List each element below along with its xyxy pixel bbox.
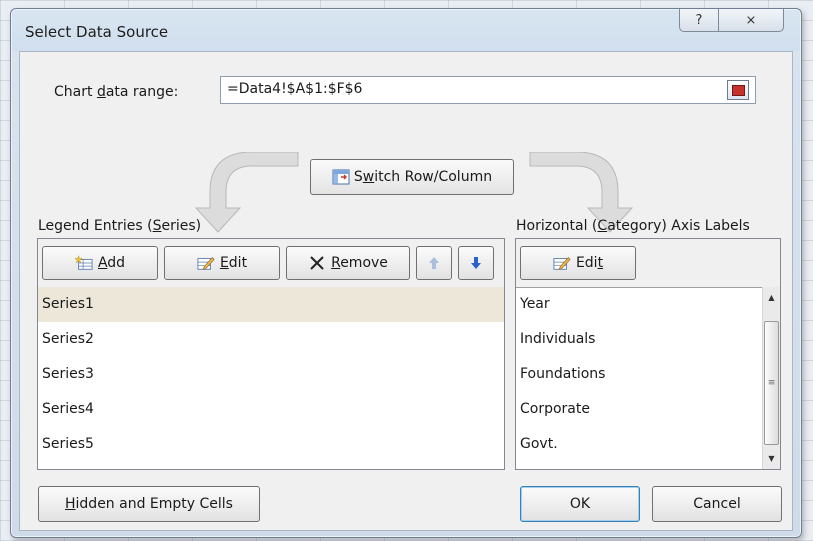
chart-data-range-label-post: ata range: <box>105 84 179 100</box>
chart-data-range-accel: d <box>96 84 106 100</box>
edit-accel: E <box>219 255 229 271</box>
switch-accel: w <box>362 169 375 185</box>
ok-button[interactable]: OK <box>520 486 640 522</box>
close-button[interactable]: ⨯ <box>718 9 784 32</box>
axis-list-scrollbar[interactable]: ▲ ≡ ▼ <box>762 287 780 469</box>
legend-entries-label: Legend Entries (Series) <box>38 218 201 234</box>
switch-row-column-icon <box>332 169 350 185</box>
add-label-post: dd <box>107 255 126 271</box>
help-button[interactable]: ? <box>679 9 719 32</box>
chart-data-range-input[interactable]: =Data4!$A$1:$F$6 <box>220 76 756 104</box>
title-bar: Select Data Source ? ⨯ <box>11 9 801 51</box>
axis-list-item[interactable]: Year <box>516 287 763 322</box>
hidden-label-post: idden and Empty Cells <box>75 496 233 512</box>
switch-label-post: itch Row/Column <box>374 169 493 185</box>
axis-labels-label: Horizontal (Category) Axis Labels <box>516 218 750 234</box>
remove-series-label: Remove <box>331 255 388 271</box>
scroll-up-icon[interactable]: ▲ <box>763 289 780 306</box>
axis-toolbar: Edit <box>516 239 780 288</box>
axis-labels-panel: Edit Year Individuals Foundations Corpor… <box>515 238 781 470</box>
switch-row-column-button[interactable]: Switch Row/Column <box>310 159 514 195</box>
legend-entries-panel: Add Edit Remove Series1 Series2 Series3 … <box>37 238 505 470</box>
arrow-up-icon <box>429 257 439 269</box>
scroll-thumb[interactable]: ≡ <box>764 321 779 445</box>
remove-x-icon <box>310 256 324 270</box>
add-series-icon <box>74 255 93 270</box>
help-icon: ? <box>695 12 703 28</box>
edit-series-icon <box>197 257 215 270</box>
edit-axis-label-pre: Edi <box>575 255 598 271</box>
series-list-item[interactable]: Series3 <box>38 357 504 392</box>
edit-series-label: Edit <box>220 255 247 271</box>
series-list-item[interactable]: Series1 <box>38 287 504 322</box>
axis-accel: C <box>597 218 608 234</box>
edit-axis-labels-button[interactable]: Edit <box>520 246 636 280</box>
select-data-source-dialog: Select Data Source ? ⨯ Chart data range:… <box>10 8 802 538</box>
series-list-item[interactable]: Series4 <box>38 392 504 427</box>
remove-series-button[interactable]: Remove <box>286 246 410 280</box>
chart-data-range-label-pre: Chart <box>54 84 97 100</box>
move-up-button[interactable] <box>416 246 452 280</box>
arrow-down-icon <box>471 257 481 269</box>
add-accel: A <box>97 255 108 271</box>
axis-labels-list: Year Individuals Foundations Corporate G… <box>516 287 763 469</box>
series-list: Series1 Series2 Series3 Series4 Series5 <box>38 287 504 469</box>
axis-list-item[interactable]: Foundations <box>516 357 763 392</box>
edit-axis-icon <box>553 257 571 270</box>
curved-arrow-left-icon <box>194 152 299 233</box>
hidden-accel: H <box>65 496 76 512</box>
axis-list-item[interactable]: Corporate <box>516 392 763 427</box>
axis-label-pre: Horizontal ( <box>516 218 598 234</box>
edit-axis-label: Edit <box>576 255 603 271</box>
add-series-button[interactable]: Add <box>42 246 158 280</box>
edit-axis-accel: t <box>597 255 604 271</box>
move-down-button[interactable] <box>458 246 494 280</box>
series-list-item[interactable]: Series5 <box>38 427 504 462</box>
close-icon: ⨯ <box>745 12 757 28</box>
edit-label-post: dit <box>228 255 248 271</box>
remove-label-post: emove <box>340 255 388 271</box>
remove-accel: R <box>331 255 341 271</box>
dialog-body: Chart data range: =Data4!$A$1:$F$6 Switc… <box>19 51 793 531</box>
axis-list-item[interactable]: Govt. <box>516 427 763 462</box>
legend-label-pre: Legend Entries ( <box>38 218 153 234</box>
axis-list-item[interactable]: Individuals <box>516 322 763 357</box>
legend-toolbar: Add Edit Remove <box>38 239 504 288</box>
hidden-empty-cells-button[interactable]: Hidden and Empty Cells <box>38 486 260 522</box>
series-list-item[interactable]: Series2 <box>38 322 504 357</box>
axis-label-post: ategory) Axis Labels <box>607 218 750 234</box>
hidden-empty-cells-label: Hidden and Empty Cells <box>65 496 233 512</box>
cancel-button[interactable]: Cancel <box>652 486 782 522</box>
add-series-label: Add <box>98 255 125 271</box>
scroll-down-icon[interactable]: ▼ <box>763 450 780 467</box>
switch-row-column-label: Switch Row/Column <box>354 169 492 185</box>
chart-data-range-label: Chart data range: <box>54 84 178 100</box>
legend-label-post: eries) <box>161 218 202 234</box>
switch-label-pre: S <box>353 169 363 185</box>
chart-data-range-value: =Data4!$A$1:$F$6 <box>227 81 363 97</box>
dialog-title: Select Data Source <box>25 23 169 41</box>
edit-series-button[interactable]: Edit <box>164 246 280 280</box>
collapse-dialog-icon[interactable] <box>727 80 749 100</box>
